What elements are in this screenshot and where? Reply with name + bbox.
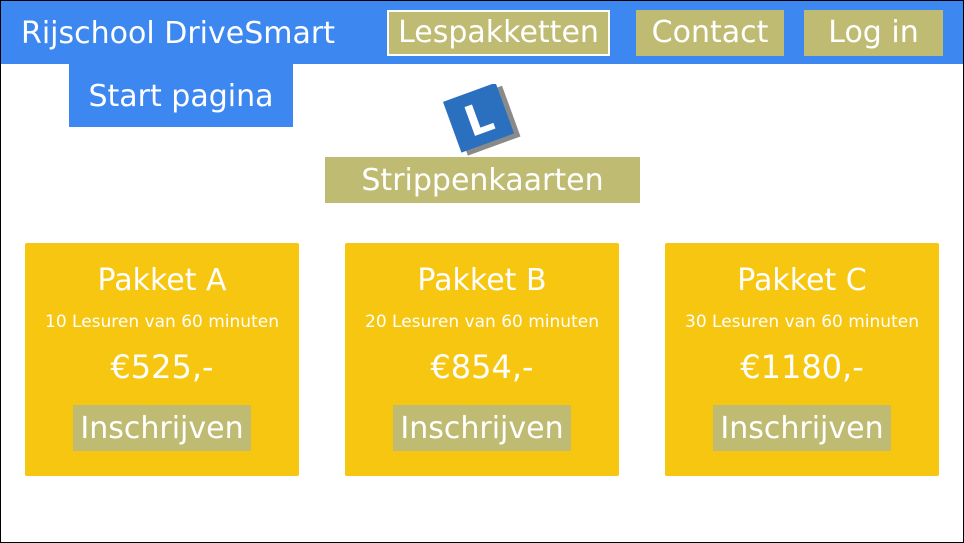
brand-title: Rijschool DriveSmart xyxy=(21,16,335,51)
section-title: Strippenkaarten xyxy=(325,157,640,203)
package-description: 10 Lesuren van 60 minuten xyxy=(45,312,279,332)
package-card-c: Pakket C 30 Lesuren van 60 minuten €1180… xyxy=(665,243,939,476)
package-name: Pakket B xyxy=(417,263,547,298)
enroll-button-c[interactable]: Inschrijven xyxy=(713,405,891,451)
package-price: €525,- xyxy=(110,348,214,386)
nav-contact-button[interactable]: Contact xyxy=(636,10,784,56)
package-price: €854,- xyxy=(430,348,534,386)
package-description: 30 Lesuren van 60 minuten xyxy=(685,312,919,332)
nav-lespakketten-button[interactable]: Lespakketten xyxy=(387,10,610,56)
nav-login-button[interactable]: Log in xyxy=(804,10,943,56)
page-frame: Rijschool DriveSmart Lespakketten Contac… xyxy=(0,0,964,543)
package-card-b: Pakket B 20 Lesuren van 60 minuten €854,… xyxy=(345,243,619,476)
package-card-a: Pakket A 10 Lesuren van 60 minuten €525,… xyxy=(25,243,299,476)
package-name: Pakket C xyxy=(737,263,867,298)
package-name: Pakket A xyxy=(97,263,227,298)
package-description: 20 Lesuren van 60 minuten xyxy=(365,312,599,332)
start-page-button[interactable]: Start pagina xyxy=(69,64,293,127)
enroll-button-a[interactable]: Inschrijven xyxy=(73,405,251,451)
top-navigation-bar: Rijschool DriveSmart Lespakketten Contac… xyxy=(1,1,963,64)
enroll-button-b[interactable]: Inschrijven xyxy=(393,405,571,451)
learner-plate-L-icon: L xyxy=(442,84,521,156)
package-price: €1180,- xyxy=(740,348,864,386)
